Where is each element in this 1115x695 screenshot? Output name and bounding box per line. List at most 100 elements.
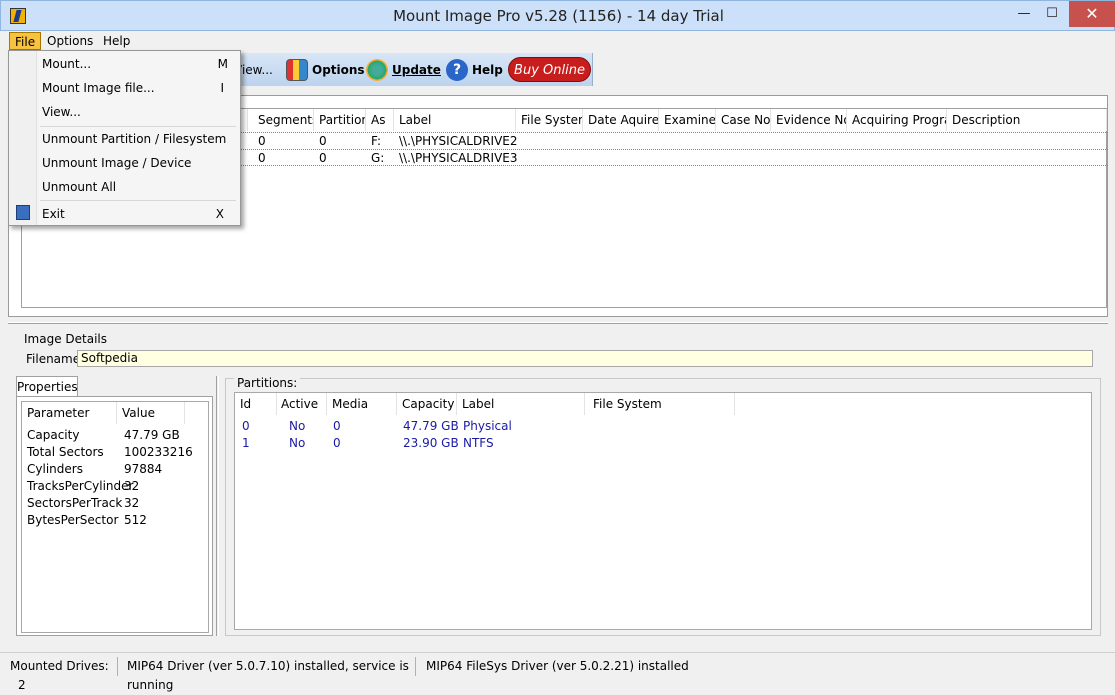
part-active: No (289, 419, 306, 433)
menu-separator (40, 126, 236, 127)
prop-name: Total Sectors (27, 445, 104, 459)
col-value[interactable]: Value (117, 402, 185, 424)
menu-help[interactable]: Help (98, 32, 135, 50)
menu-item-unmount-partition[interactable]: Unmount Partition / Filesystem (42, 128, 234, 150)
menu-item-label: Unmount Image / Device (42, 156, 192, 170)
col-id[interactable]: Id (235, 393, 277, 415)
col-segments[interactable]: Segments (253, 109, 314, 131)
col-description[interactable]: Description (947, 109, 1107, 131)
part-media: 0 (333, 436, 341, 450)
col-case-no[interactable]: Case No (716, 109, 771, 131)
prop-value: 32 (124, 496, 140, 510)
filesys-driver-status: MIP64 FileSys Driver (ver 5.0.2.21) inst… (426, 659, 689, 673)
status-bar: Mounted Drives: 2 MIP64 Driver (ver 5.0.… (0, 652, 1115, 692)
prop-name: TracksPerCylinder (27, 479, 134, 493)
menu-item-view[interactable]: View... (42, 101, 234, 123)
col-label[interactable]: Label (457, 393, 585, 415)
col-active[interactable]: Active (277, 393, 327, 415)
col-file-system[interactable]: File System (516, 109, 583, 131)
horizontal-splitter[interactable] (8, 322, 1108, 324)
cell-segments: 0 (258, 151, 266, 165)
col-acquiring-program[interactable]: Acquiring Program (847, 109, 947, 131)
prop-name: Cylinders (27, 462, 83, 476)
exit-icon (16, 205, 30, 220)
mounted-drives-status: Mounted Drives: 2 (0, 657, 118, 692)
menu-item-label: Mount Image file... (42, 81, 155, 95)
prop-value: 97884 (124, 462, 163, 476)
menu-item-label: Unmount Partition / Filesystem (42, 132, 227, 146)
prop-name: SectorsPerTrack (27, 496, 123, 510)
buy-online-button[interactable]: Buy Online (508, 57, 591, 82)
col-media[interactable]: Media (327, 393, 397, 415)
part-media: 0 (333, 419, 341, 433)
mounted-drives-count: 2 (18, 678, 26, 692)
col-capacity[interactable]: Capacity (397, 393, 457, 415)
maximize-button[interactable]: ☐ (1037, 1, 1067, 27)
col-partition[interactable]: Partition (314, 109, 366, 131)
prop-value: 512 (124, 513, 147, 527)
menu-item-label: Exit (42, 207, 65, 221)
tab-properties[interactable]: Properties (16, 376, 78, 397)
prop-value: 100233216 (124, 445, 193, 459)
image-details-label: Image Details (24, 332, 107, 346)
help-icon: ? (446, 58, 468, 81)
properties-table[interactable]: Parameter Value Capacity 47.79 GB Total … (21, 401, 209, 633)
col-file-system[interactable]: File System (585, 393, 735, 415)
menu-item-shortcut: I (220, 81, 224, 95)
cell-as: G: (371, 151, 385, 165)
partitions-label: Partitions: (234, 376, 301, 390)
cell-partition: 0 (319, 151, 327, 165)
window-title: Mount Image Pro v5.28 (1156) - 14 day Tr… (393, 7, 724, 25)
menu-file[interactable]: File (9, 32, 42, 50)
col-as[interactable]: As (366, 109, 394, 131)
filename-field[interactable]: Softpedia (77, 350, 1093, 367)
prop-value: 47.79 GB (124, 428, 180, 442)
options-button[interactable]: Options (286, 53, 365, 86)
menu-item-unmount-all[interactable]: Unmount All (42, 176, 234, 198)
menu-item-label: Mount... (42, 57, 92, 71)
menu-gutter (9, 51, 37, 225)
options-label: Options (312, 62, 365, 77)
update-label: Update (392, 62, 441, 77)
menu-item-shortcut: X (215, 207, 224, 221)
cell-as: F: (371, 134, 382, 148)
col-label[interactable]: Label (394, 109, 516, 131)
help-button[interactable]: ? Help (446, 53, 503, 86)
menu-item-label: Unmount All (42, 180, 117, 194)
menu-item-mount[interactable]: Mount... M (42, 53, 234, 75)
col-evidence-no[interactable]: Evidence No (771, 109, 847, 131)
menu-options[interactable]: Options (42, 32, 98, 50)
properties-panel: Parameter Value Capacity 47.79 GB Total … (16, 396, 213, 636)
col-date-aquired[interactable]: Date Aquired (583, 109, 659, 131)
update-icon (366, 58, 388, 81)
part-active: No (289, 436, 306, 450)
driver-status: MIP64 Driver (ver 5.0.7.10) installed, s… (118, 657, 416, 692)
cell-segments: 0 (258, 134, 266, 148)
menu-item-shortcut: M (217, 57, 228, 71)
mounted-drives-label: Mounted Drives: (10, 659, 109, 673)
part-label: Physical (463, 419, 512, 433)
menu-item-unmount-image[interactable]: Unmount Image / Device (42, 152, 234, 174)
close-button[interactable]: ✕ (1069, 1, 1115, 27)
filename-label: Filename: (26, 352, 85, 366)
cell-label: \\.\PHYSICALDRIVE2 (399, 134, 518, 148)
vertical-splitter[interactable] (216, 376, 219, 636)
menu-bar: File Options Help (0, 31, 1115, 51)
prop-value: 32 (124, 479, 140, 493)
update-button[interactable]: Update (366, 53, 441, 86)
col-parameter[interactable]: Parameter (22, 402, 117, 424)
partitions-table[interactable]: Id Active Media Capacity Label File Syst… (234, 392, 1092, 630)
menu-separator (40, 200, 236, 201)
cell-partition: 0 (319, 134, 327, 148)
col-examiner[interactable]: Examiner (659, 109, 716, 131)
minimize-button[interactable]: — (1009, 1, 1039, 27)
menu-item-label: View... (42, 105, 81, 119)
help-label: Help (472, 62, 503, 77)
cell-label: \\.\PHYSICALDRIVE3 (399, 151, 518, 165)
part-label: NTFS (463, 436, 494, 450)
prop-name: Capacity (27, 428, 80, 442)
menu-item-exit[interactable]: Exit X (42, 203, 234, 225)
prop-name: BytesPerSector (27, 513, 119, 527)
title-bar[interactable]: Mount Image Pro v5.28 (1156) - 14 day Tr… (0, 0, 1115, 31)
menu-item-mount-image-file[interactable]: Mount Image file... I (42, 77, 234, 99)
